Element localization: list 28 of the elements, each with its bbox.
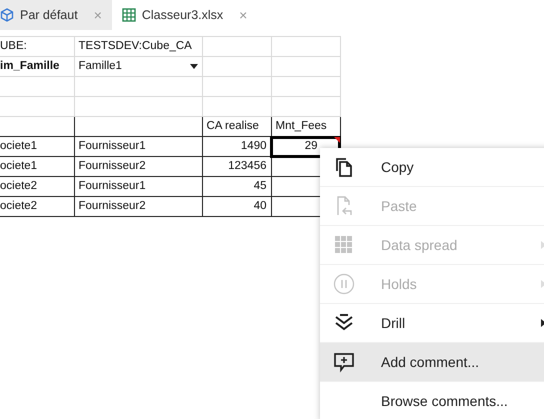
- pause-icon: [333, 273, 355, 295]
- spreadsheet-icon: [122, 8, 136, 22]
- table-cell: Fournisseur1: [74, 136, 202, 156]
- table-cell: Fournisseur2: [74, 196, 202, 216]
- add-comment-icon: [333, 351, 355, 373]
- copy-icon: [333, 156, 355, 178]
- table-cell: im_Famille: [0, 56, 74, 76]
- table-cell: Fournisseur2: [74, 156, 202, 176]
- tab-label: Classeur3.xlsx: [142, 6, 224, 24]
- caret-icon[interactable]: [190, 64, 198, 69]
- table-cell: 40: [202, 196, 271, 216]
- table-cell: ociete2: [0, 176, 74, 196]
- table-cell: TESTSDEV:Cube_CA: [74, 36, 202, 56]
- tab-label: Par défaut: [20, 6, 78, 24]
- cube-icon: [0, 8, 14, 22]
- table-cell: 123456: [202, 156, 271, 176]
- menu-item[interactable]: Add comment...: [320, 343, 544, 382]
- table-cell: ociete2: [0, 196, 74, 216]
- table-cell: Fournisseur1: [74, 176, 202, 196]
- grid-icon: [333, 234, 355, 256]
- table-cell: 45: [202, 176, 271, 196]
- tab[interactable]: Par défaut ×: [0, 0, 112, 30]
- table-cell: CA realise: [202, 116, 271, 136]
- menu-item[interactable]: Drill: [320, 304, 544, 343]
- table-cell: UBE:: [0, 36, 74, 56]
- menu-item[interactable]: Copy: [320, 148, 544, 187]
- table-cell: ociete1: [0, 156, 74, 176]
- table-cell: ociete1: [0, 136, 74, 156]
